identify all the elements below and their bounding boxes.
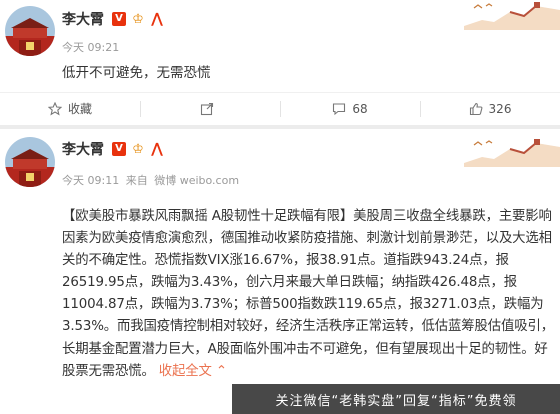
great-wall-decoration-icon xyxy=(464,139,560,167)
like-count: 326 xyxy=(488,101,512,116)
avatar[interactable] xyxy=(5,6,55,56)
post-timestamp[interactable]: 今天 09:11 xyxy=(62,174,119,187)
source-prefix: 来自 xyxy=(125,174,148,187)
like-button[interactable]: 326 xyxy=(420,93,560,124)
post-body-text: 【欧美股市暴跌风雨飘摇 A股韧性十足跌幅有限】美股周三收盘全线暴跌，主要影响因素… xyxy=(62,209,554,379)
avatar[interactable] xyxy=(5,137,55,187)
post-meta: 今天 09:21 xyxy=(62,39,122,55)
weibo-post-card: 李大霄 V ♔ ⋀ 今天 09:21 低开不可避免，无需恐慌 收藏 68 326 xyxy=(0,0,560,125)
favorite-label: 收藏 xyxy=(67,102,92,116)
collapse-text-link[interactable]: 收起全文 ⌃ xyxy=(159,364,227,379)
post-meta: 今天 09:11 来自 微博 weibo.com xyxy=(62,172,242,188)
share-icon xyxy=(200,102,214,115)
crown-icon: ♔ xyxy=(132,141,144,157)
level-a-icon: ⋀ xyxy=(151,11,163,27)
verified-v-icon: V xyxy=(112,142,126,156)
comment-count: 68 xyxy=(352,101,368,116)
post-body: 【欧美股市暴跌风雨飘摇 A股韧性十足跌幅有限】美股周三收盘全线暴跌，主要影响因素… xyxy=(62,206,554,383)
favorite-button[interactable]: 收藏 xyxy=(0,93,140,124)
great-wall-decoration-icon xyxy=(464,2,560,30)
weibo-post-card: 李大霄 V ♔ ⋀ 今天 09:11 来自 微博 weibo.com 【欧美股市… xyxy=(0,129,560,414)
like-icon xyxy=(469,102,482,115)
post-text: 低开不可避免，无需恐慌 xyxy=(62,65,211,81)
verified-v-icon: V xyxy=(112,12,126,26)
repost-button[interactable] xyxy=(140,93,280,124)
author-name[interactable]: 李大霄 xyxy=(62,9,104,29)
comment-icon xyxy=(333,102,346,115)
watermark-banner: 关注微信“老韩实盘”回复“指标”免费领 xyxy=(232,384,560,414)
comment-button[interactable]: 68 xyxy=(280,93,420,124)
star-icon xyxy=(47,101,62,115)
author-row: 李大霄 V ♔ ⋀ xyxy=(62,139,164,159)
author-name[interactable]: 李大霄 xyxy=(62,139,104,159)
level-a-icon: ⋀ xyxy=(151,141,163,157)
post-source[interactable]: 微博 weibo.com xyxy=(154,174,239,187)
author-row: 李大霄 V ♔ ⋀ xyxy=(62,9,164,29)
post-action-bar: 收藏 68 326 xyxy=(0,92,560,124)
crown-icon: ♔ xyxy=(132,11,144,27)
chevron-up-icon: ⌃ xyxy=(211,363,227,379)
post-timestamp[interactable]: 今天 09:21 xyxy=(62,41,119,54)
